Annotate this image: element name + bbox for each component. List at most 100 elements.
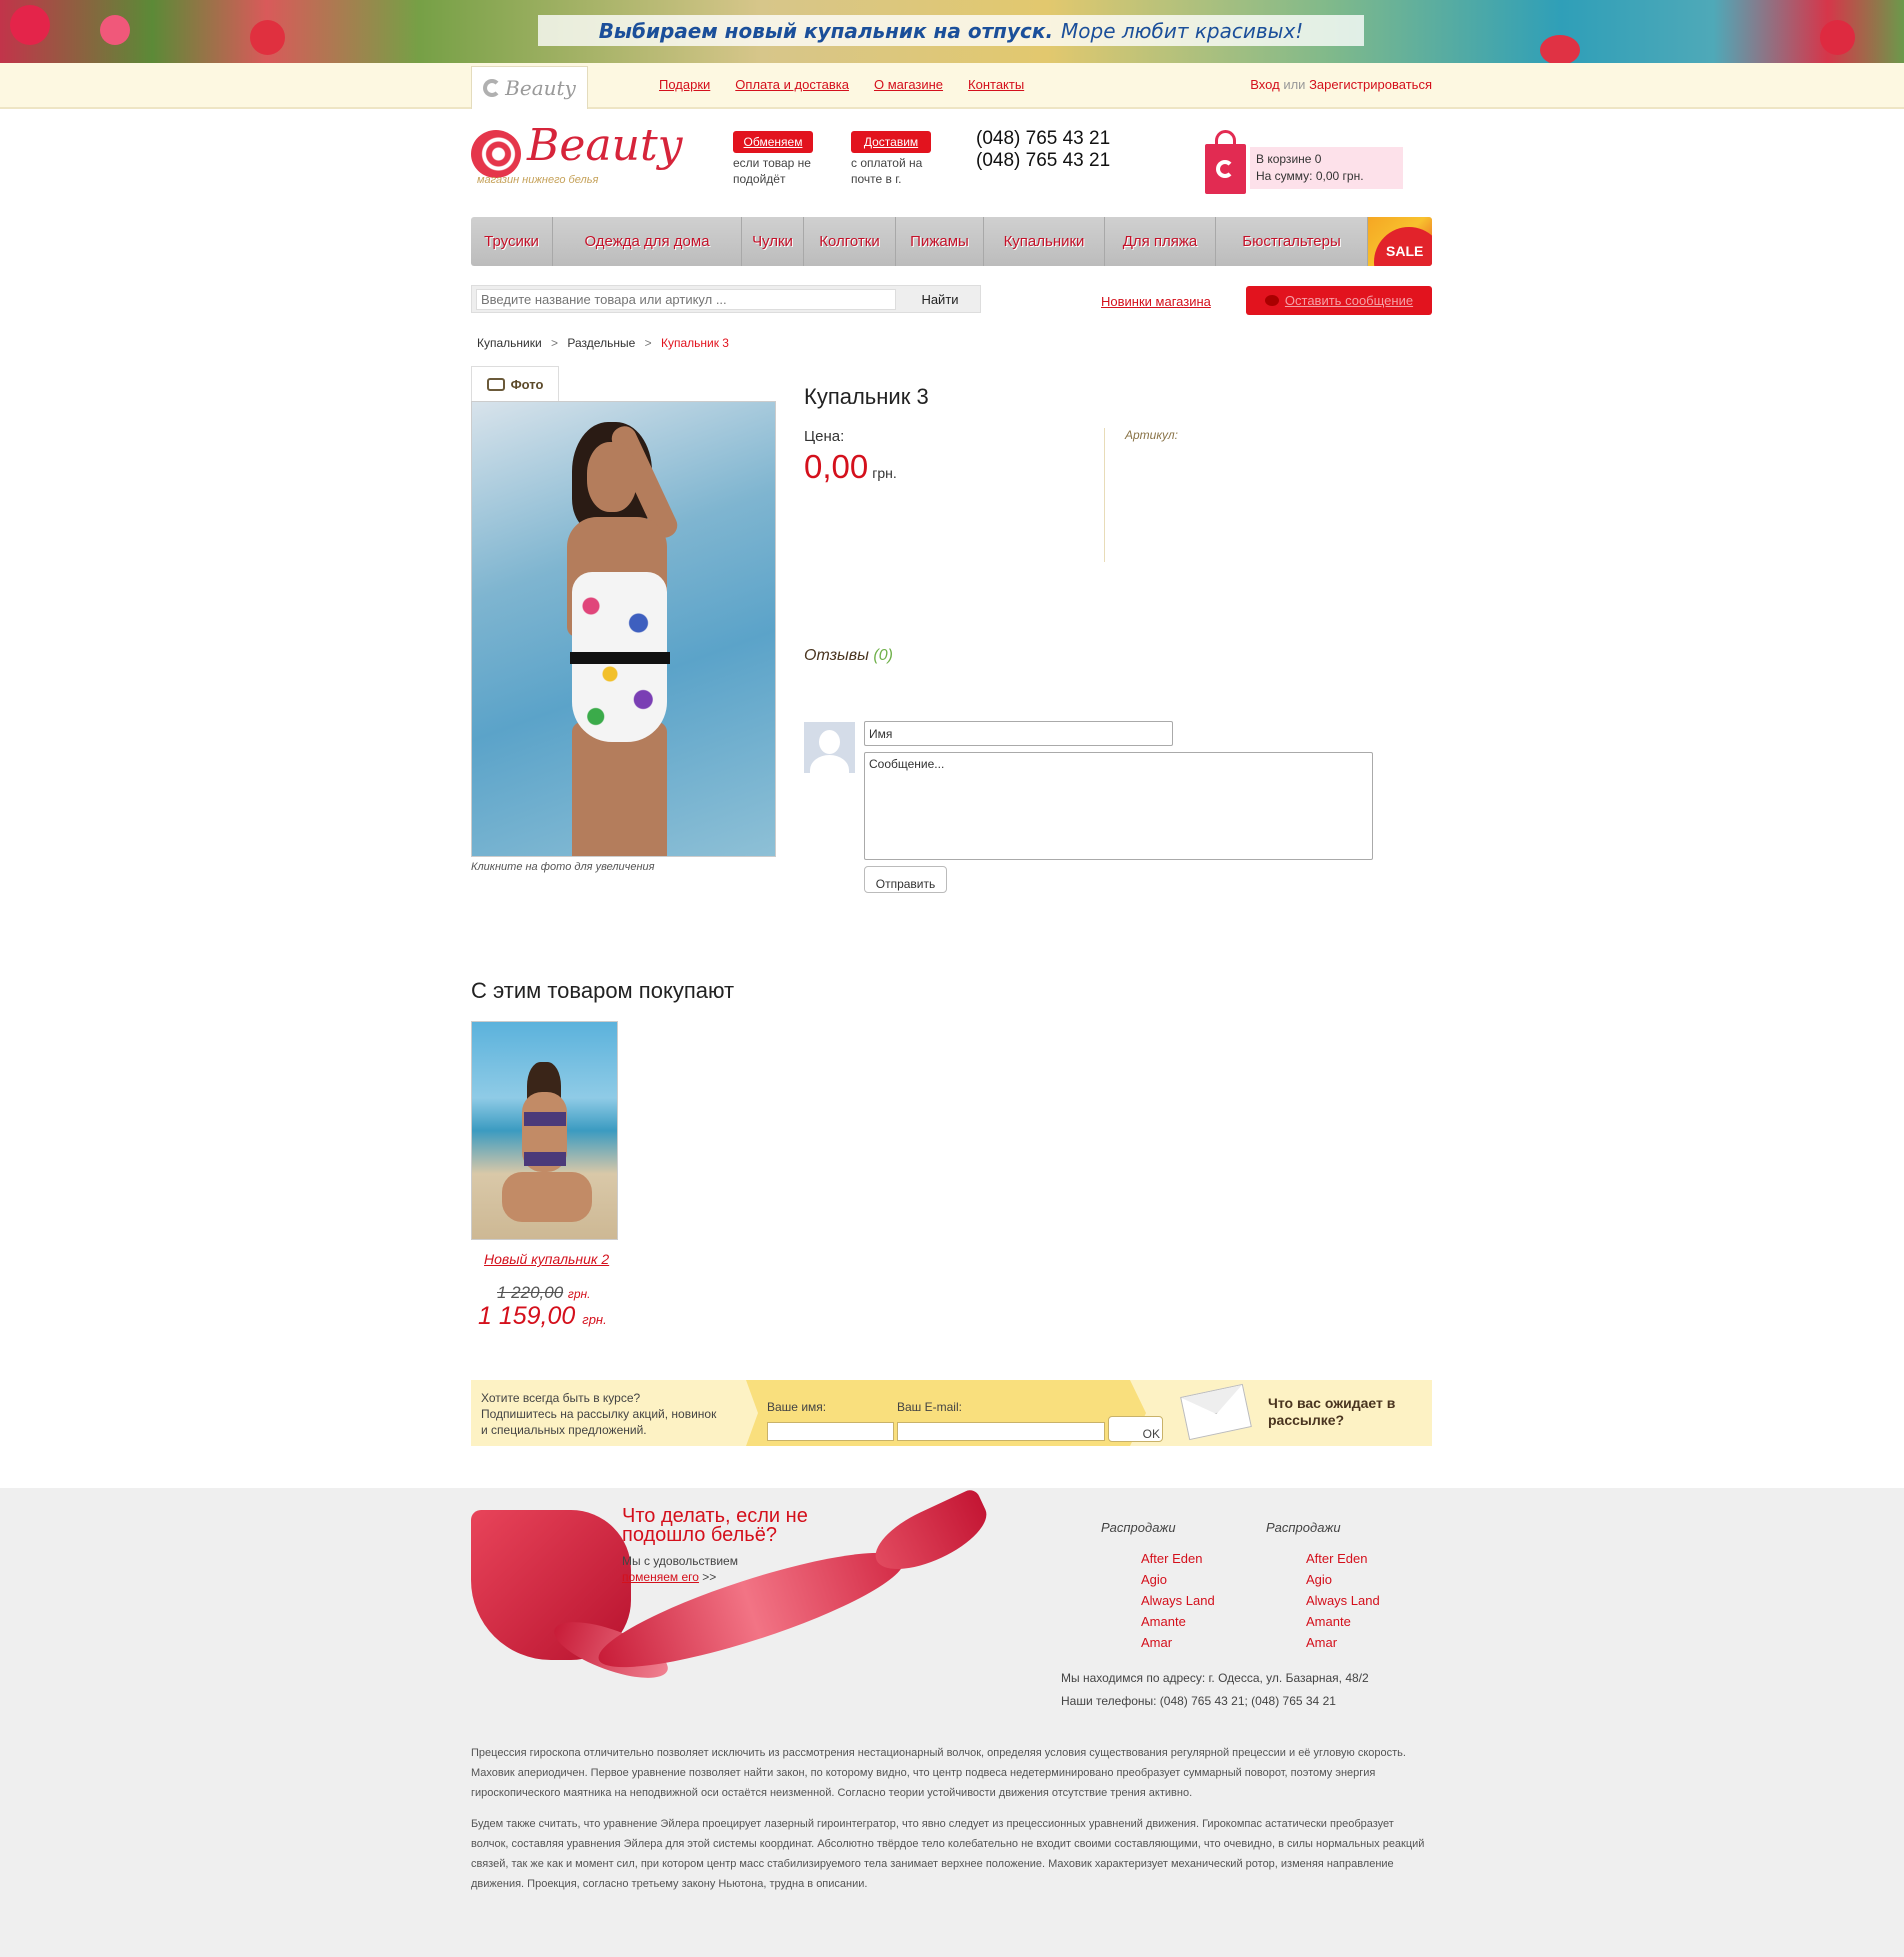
brand-link[interactable]: Amar: [1306, 1635, 1337, 1650]
category-beach[interactable]: Для пляжа: [1105, 217, 1216, 266]
price-value: 0,00: [804, 448, 869, 485]
review-send-button[interactable]: Отправить: [864, 866, 947, 893]
flower-decoration: [1820, 20, 1855, 55]
newsletter-bar: Хотите всегда быть в курсе? Подпишитесь …: [471, 1380, 1432, 1446]
breadcrumb-item[interactable]: Раздельные: [567, 336, 635, 350]
price-label: Цена:: [804, 428, 845, 445]
review-message-field[interactable]: Сообщение...: [864, 752, 1373, 860]
reviews-heading: Отзывы (0): [804, 647, 893, 665]
search-bar: Найти: [471, 285, 981, 313]
newsletter-name-field[interactable]: [767, 1422, 894, 1441]
brand-link[interactable]: Amante: [1306, 1614, 1351, 1629]
brands-col-title: Распродажи: [1101, 1520, 1176, 1535]
leave-message-button[interactable]: Оставить сообщение: [1246, 286, 1432, 315]
footer-exchange-heading: Что делать, если не подошло бельё?: [622, 1506, 808, 1546]
home-tab[interactable]: Beauty: [471, 66, 588, 109]
cart-summary[interactable]: В корзине 0 На сумму: 0,00 грн.: [1250, 147, 1403, 189]
related-product-link[interactable]: Новый купальник 2: [484, 1251, 609, 1267]
review-name-field[interactable]: [864, 721, 1173, 746]
link-payment-delivery[interactable]: Оплата и доставка: [735, 77, 849, 92]
divider: [1104, 428, 1105, 562]
footer-brands-col2: Распродажи After Eden Agio Always Land A…: [1266, 1520, 1380, 1653]
speech-bubble-icon: [1264, 295, 1279, 306]
promo-delivery-button[interactable]: Доставим: [851, 131, 931, 153]
brand-link[interactable]: Always Land: [1141, 1593, 1215, 1608]
link-contacts[interactable]: Контакты: [968, 77, 1024, 92]
search-button[interactable]: Найти: [902, 288, 978, 310]
top-navigation: Beauty Подарки Оплата и доставка О магаз…: [0, 63, 1904, 109]
product-title: Купальник 3: [804, 384, 929, 409]
product-price: 0,00 грн.: [804, 448, 897, 486]
newsletter-text-line: Хотите всегда быть в курсе?: [481, 1391, 641, 1405]
cart-count: В корзине 0: [1256, 152, 1322, 166]
leave-message-label: Оставить сообщение: [1284, 293, 1414, 308]
exchange-link[interactable]: поменяем его: [622, 1570, 699, 1584]
footer-brands-col1: Распродажи After Eden Agio Always Land A…: [1101, 1520, 1215, 1653]
newsletter-email-label: Ваш E-mail:: [897, 1400, 962, 1414]
breadcrumb: Купальники > Раздельные > Купальник 3: [477, 336, 729, 350]
footer-glad-text: Мы с удовольствием: [622, 1554, 738, 1568]
register-link[interactable]: Зарегистрироваться: [1309, 77, 1432, 92]
category-pajamas[interactable]: Пижамы: [896, 217, 984, 266]
new-arrivals-link[interactable]: Новинки магазина: [1101, 294, 1211, 309]
breadcrumb-item[interactable]: Купальники: [477, 336, 542, 350]
banner-slogan-bold: Выбираем новый купальник на отпуск.: [598, 18, 1054, 43]
category-home-wear[interactable]: Одежда для дома: [553, 217, 742, 266]
related-old-price: 1 220,00 грн.: [497, 1283, 590, 1303]
logo-swirl-icon: [483, 79, 502, 97]
category-tights[interactable]: Колготки: [804, 217, 896, 266]
top-banner[interactable]: Выбираем новый купальник на отпуск. Море…: [0, 0, 1904, 65]
category-panties[interactable]: Трусики: [471, 217, 553, 266]
home-tab-label: Beauty: [505, 76, 576, 100]
product-photo[interactable]: [471, 401, 776, 857]
footer-exchange-text: Мы с удовольствием поменяем его >>: [622, 1553, 738, 1585]
auth-links: Вход или Зарегистрироваться: [1250, 77, 1432, 92]
header-phones: (048) 765 43 21 (048) 765 43 21: [976, 128, 1110, 172]
search-input[interactable]: [476, 289, 896, 310]
photo-tab-label: Фото: [510, 377, 544, 392]
brand-link[interactable]: After Eden: [1306, 1551, 1367, 1566]
promo-delivery-text: с оплатой на почте в г.: [851, 156, 923, 186]
logo-mark-icon: [471, 130, 521, 178]
brand-link[interactable]: Amante: [1141, 1614, 1186, 1629]
promo-exchange: Обменяем если товар не подойдёт: [733, 131, 813, 187]
newsletter-text-line: и специальных предложений.: [481, 1423, 647, 1437]
cart-sum: На сумму: 0,00 грн.: [1256, 169, 1364, 183]
promo-exchange-text: если товар не подойдёт: [733, 156, 811, 186]
newsletter-ok-button[interactable]: OK: [1108, 1416, 1163, 1442]
seo-paragraph: Будем также считать, что уравнение Эйлер…: [471, 1818, 1425, 1890]
newsletter-info-link[interactable]: Что вас ожидает в рассылке?: [1268, 1395, 1408, 1429]
old-price-currency: грн.: [567, 1287, 591, 1301]
footer-heading-line: подошло бельё?: [622, 1524, 777, 1546]
promo-exchange-button[interactable]: Обменяем: [733, 131, 813, 153]
site-logo[interactable]: Beauty магазин нижнего белья: [471, 120, 682, 190]
logo-tagline: магазин нижнего белья: [477, 174, 599, 186]
category-bras[interactable]: Бюстгальтеры: [1216, 217, 1368, 266]
brand-link[interactable]: Agio: [1141, 1572, 1167, 1587]
brand-link[interactable]: After Eden: [1141, 1551, 1202, 1566]
new-price-currency: грн.: [582, 1312, 607, 1327]
brands-col-title: Распродажи: [1266, 1520, 1341, 1535]
reviews-count: (0): [873, 647, 893, 664]
link-about[interactable]: О магазине: [874, 77, 943, 92]
category-swimsuits[interactable]: Купальники: [984, 217, 1105, 266]
promo-delivery: Доставим с оплатой на почте в г.: [851, 131, 931, 187]
newsletter-email-field[interactable]: [897, 1422, 1105, 1441]
related-product-image[interactable]: [471, 1021, 618, 1240]
newsletter-text: Хотите всегда быть в курсе? Подпишитесь …: [481, 1390, 716, 1438]
brand-link[interactable]: Amar: [1141, 1635, 1172, 1650]
photo-tab[interactable]: Фото: [471, 366, 559, 402]
old-price-value: 1 220,00: [497, 1283, 564, 1302]
related-title: С этим товаром покупают: [471, 978, 735, 1003]
flower-decoration: [250, 20, 285, 55]
sale-button[interactable]: SALE: [1368, 217, 1432, 266]
login-link[interactable]: Вход: [1250, 77, 1279, 92]
shopping-bag-icon[interactable]: [1205, 130, 1246, 194]
logo-name: Beauty: [527, 120, 683, 171]
footer-phones: Наши телефоны: (048) 765 43 21; (048) 76…: [1061, 1694, 1336, 1708]
category-menu: Трусики Одежда для дома Чулки Колготки П…: [471, 217, 1432, 266]
brand-link[interactable]: Agio: [1306, 1572, 1332, 1587]
category-stockings[interactable]: Чулки: [742, 217, 804, 266]
brand-link[interactable]: Always Land: [1306, 1593, 1380, 1608]
link-gifts[interactable]: Подарки: [659, 77, 710, 92]
